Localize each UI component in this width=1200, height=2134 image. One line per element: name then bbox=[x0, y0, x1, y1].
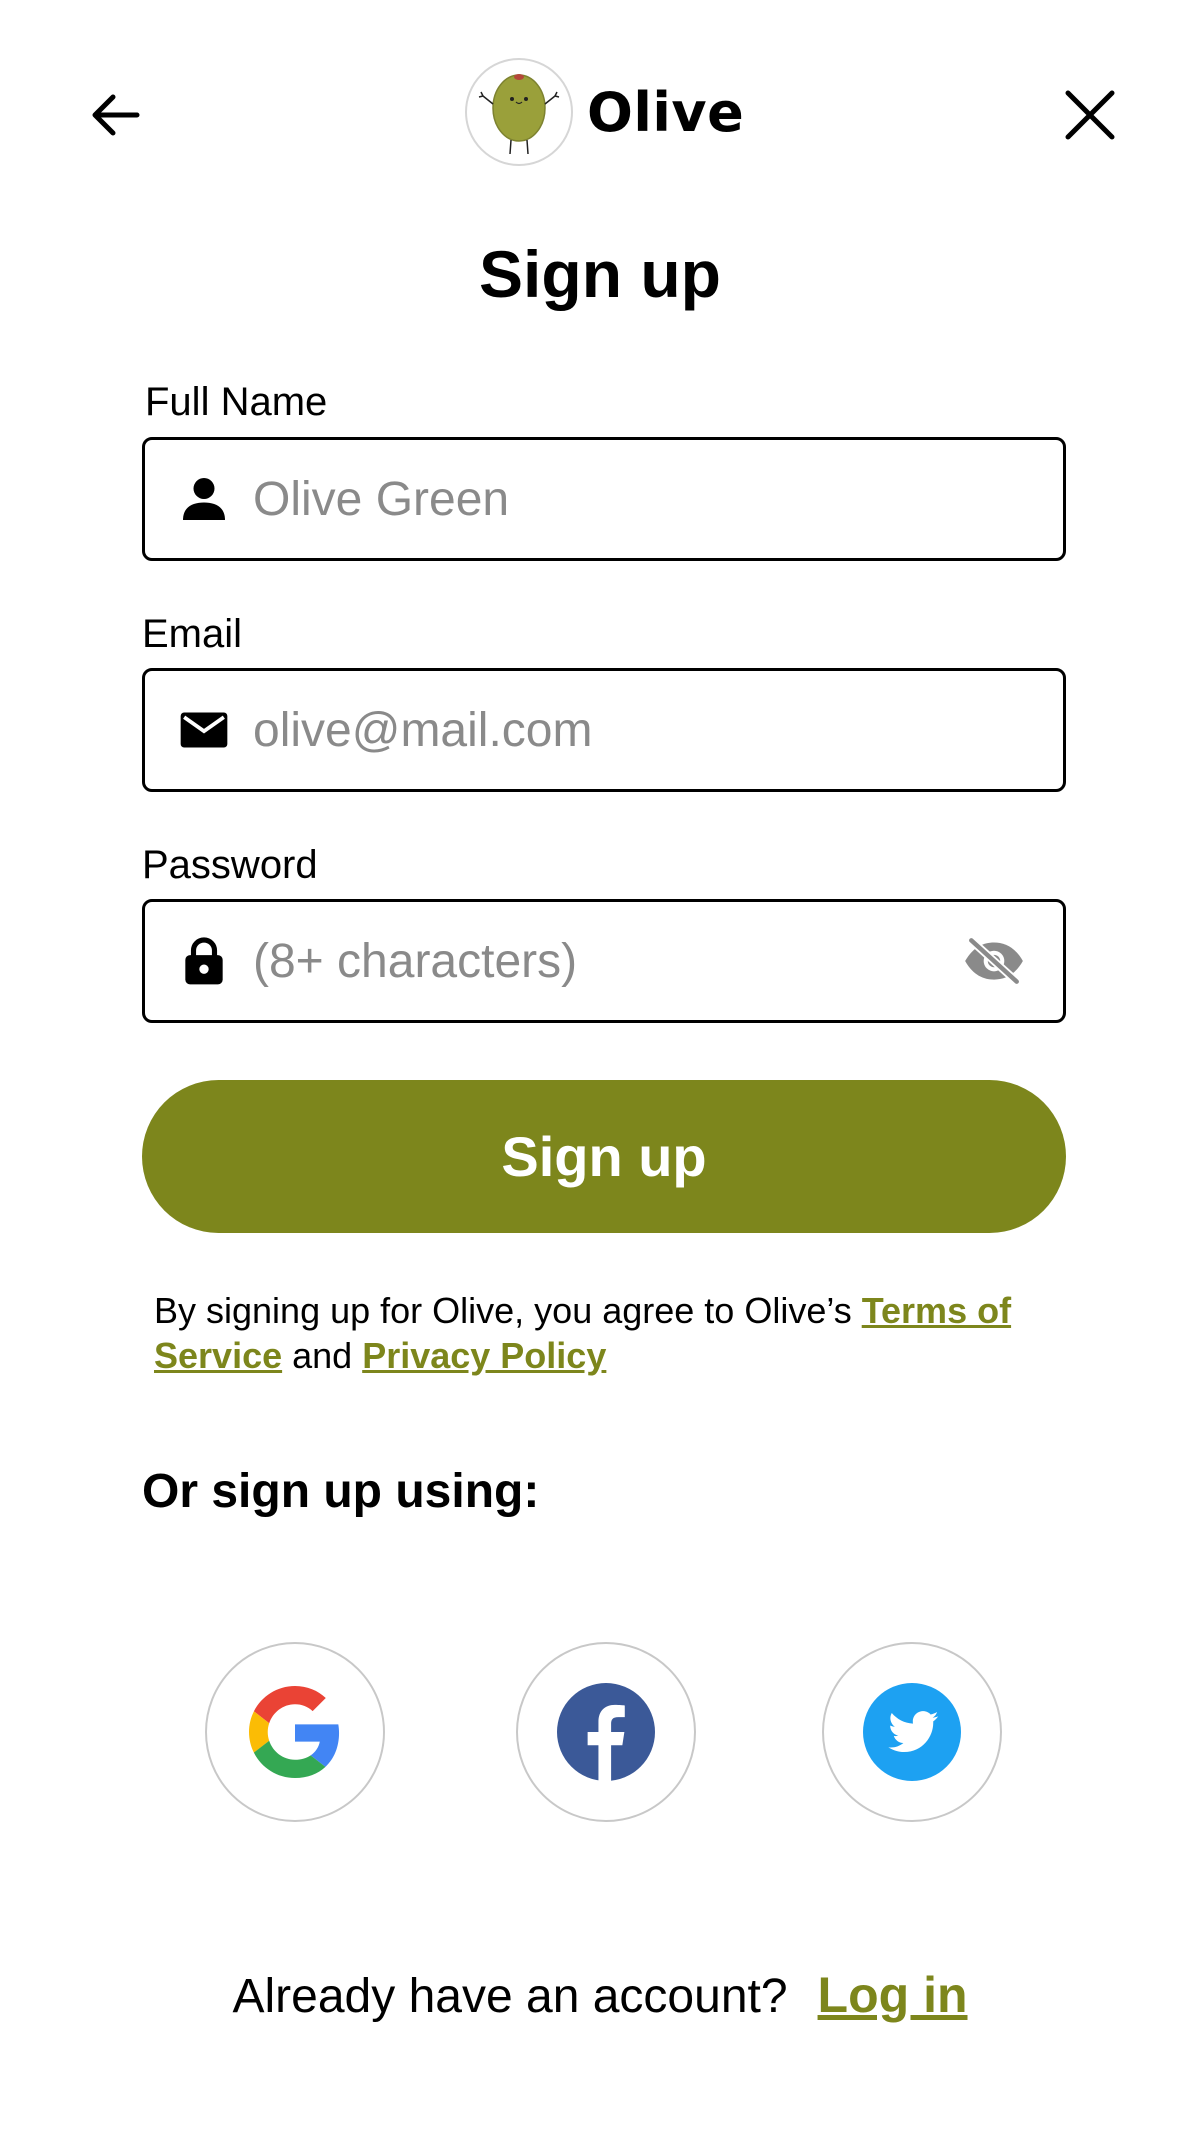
password-field[interactable] bbox=[142, 899, 1066, 1023]
full-name-field[interactable] bbox=[142, 437, 1066, 561]
close-icon bbox=[1065, 90, 1115, 140]
email-input[interactable] bbox=[253, 702, 1063, 758]
eye-off-icon[interactable] bbox=[959, 931, 1029, 991]
terms-text: By signing up for Olive, you agree to Ol… bbox=[154, 1288, 1054, 1378]
login-question: Already have an account? bbox=[232, 1970, 788, 2023]
terms-prefix: By signing up for Olive, you agree to Ol… bbox=[154, 1290, 862, 1331]
close-button[interactable] bbox=[1055, 80, 1125, 150]
full-name-label: Full Name bbox=[145, 380, 328, 424]
full-name-input[interactable] bbox=[253, 471, 1063, 527]
privacy-policy-link[interactable]: Privacy Policy bbox=[362, 1335, 606, 1376]
google-icon bbox=[249, 1686, 340, 1778]
password-input[interactable] bbox=[253, 933, 959, 989]
olive-logo bbox=[465, 58, 573, 166]
login-row: Already have an account? Log in bbox=[0, 1966, 1200, 2024]
email-label: Email bbox=[142, 612, 243, 656]
brand: Olive bbox=[465, 56, 744, 168]
google-button[interactable] bbox=[205, 1642, 385, 1822]
page-title: Sign up bbox=[479, 237, 721, 311]
log-in-link[interactable]: Log in bbox=[818, 1966, 968, 2024]
password-label: Password bbox=[142, 843, 318, 887]
twitter-icon bbox=[863, 1683, 961, 1781]
email-field[interactable] bbox=[142, 668, 1066, 792]
facebook-button[interactable] bbox=[516, 1642, 696, 1822]
social-heading: Or sign up using: bbox=[142, 1465, 540, 1518]
terms-middle: and bbox=[282, 1335, 363, 1376]
twitter-button[interactable] bbox=[822, 1642, 1002, 1822]
person-icon bbox=[175, 470, 233, 528]
back-button[interactable] bbox=[80, 80, 150, 150]
mail-icon bbox=[175, 701, 233, 759]
arrow-left-icon bbox=[92, 94, 140, 136]
brand-name: Olive bbox=[587, 80, 745, 144]
sign-up-button[interactable]: Sign up bbox=[142, 1080, 1066, 1233]
lock-icon bbox=[175, 932, 233, 990]
facebook-icon bbox=[557, 1683, 655, 1781]
